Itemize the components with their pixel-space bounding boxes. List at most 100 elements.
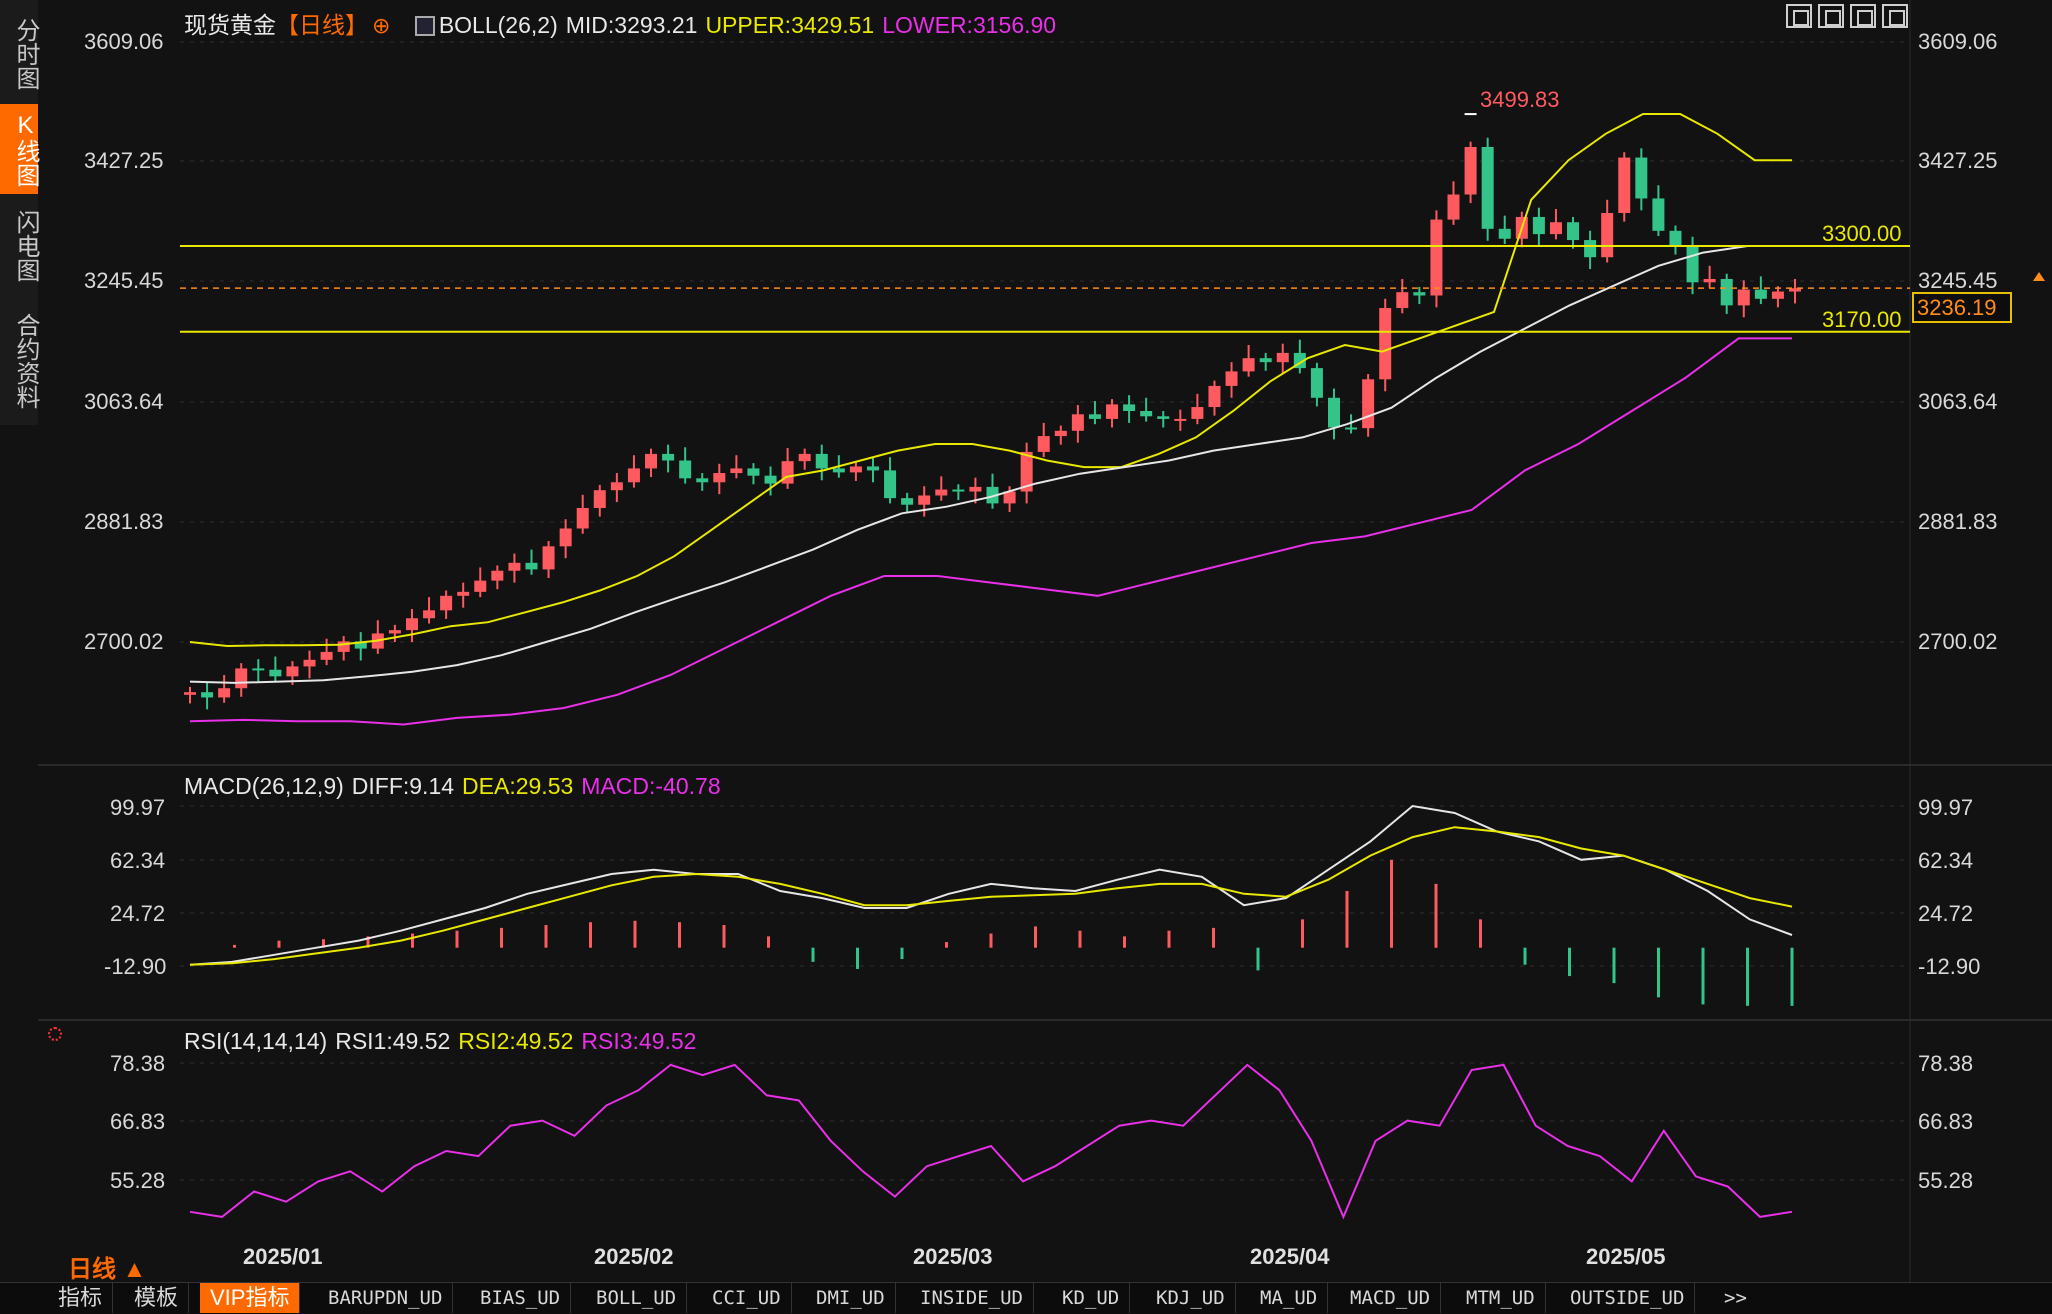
tab-outside-ud[interactable]: OUTSIDE_UD xyxy=(1560,1283,1696,1313)
tab-vip-indicators[interactable]: VIP指标 xyxy=(200,1283,301,1313)
boll-upper: UPPER:3429.51 xyxy=(705,12,875,38)
candle-body xyxy=(1088,414,1101,419)
tab-inside-ud[interactable]: INSIDE_UD xyxy=(910,1283,1034,1313)
fullscreen-icon[interactable] xyxy=(1882,4,1908,28)
x-date-label: 2025/02 xyxy=(594,1244,674,1269)
y-tick-right: 3609.06 xyxy=(1918,29,1998,54)
candle-body xyxy=(1259,358,1272,363)
candle-body xyxy=(1549,222,1562,235)
candle-body xyxy=(866,466,879,471)
candle-body xyxy=(730,468,743,474)
candle-body xyxy=(593,490,606,509)
macd-y-tick: -12.90 xyxy=(104,954,167,979)
tab-templates[interactable]: 模板 xyxy=(124,1283,190,1313)
add-indicator-icon[interactable]: ⊕ xyxy=(372,13,390,38)
rsi-y-tick-right: 55.28 xyxy=(1918,1168,1974,1193)
main-legend: 现货黄金【日线】 ⊕ BOLL(26,2) MID:3293.21 UPPER:342… xyxy=(184,6,1064,40)
candle-body xyxy=(1754,289,1767,299)
macd-value: MACD:-40.78 xyxy=(581,773,721,799)
last-price-box: 3236.19 xyxy=(1912,292,2012,323)
tab-ma-ud[interactable]: MA_UD xyxy=(1250,1283,1329,1313)
candle-body xyxy=(525,562,538,570)
candle-body xyxy=(201,692,214,698)
candle-body xyxy=(269,669,282,677)
candle-body xyxy=(474,580,487,592)
candle-body xyxy=(1771,291,1784,299)
tab-kdj-ud[interactable]: KDJ_UD xyxy=(1146,1283,1236,1313)
candle-body xyxy=(1652,198,1665,231)
candle-body xyxy=(696,478,709,483)
tab-indicators[interactable]: 指标 xyxy=(48,1283,114,1313)
x-date-label: 2025/01 xyxy=(243,1244,323,1269)
candle-body xyxy=(1430,219,1443,296)
y-tick-right: 3427.25 xyxy=(1918,148,1998,173)
tab-cci-ud[interactable]: CCI_UD xyxy=(702,1283,792,1313)
candle-body xyxy=(610,482,623,491)
kline-chart-area[interactable] xyxy=(0,0,2052,1282)
tab-macd-ud[interactable]: MACD_UD xyxy=(1340,1283,1442,1313)
period-selector-button[interactable]: 日线 ▲ xyxy=(68,1249,146,1284)
candle-body xyxy=(1464,146,1477,195)
rsi-y-tick: 66.83 xyxy=(110,1109,166,1134)
split-view-icon[interactable] xyxy=(1850,4,1876,28)
x-date-label: 2025/04 xyxy=(1250,1244,1330,1269)
boll-label: BOLL(26,2) xyxy=(438,12,558,38)
y-tick-left: 3609.06 xyxy=(84,29,164,54)
candle-body xyxy=(764,475,777,484)
tab-bias-ud[interactable]: BIAS_UD xyxy=(470,1283,572,1313)
candle-body xyxy=(747,468,760,476)
candle-body xyxy=(713,473,726,483)
candle-body xyxy=(1635,157,1648,199)
more-tabs-button[interactable]: >> xyxy=(1714,1283,1757,1313)
period-tag: 【日线】 xyxy=(276,12,368,38)
candle-body xyxy=(1191,407,1204,419)
candle-body xyxy=(320,651,333,660)
candle-body xyxy=(1447,194,1460,220)
candle-body xyxy=(235,668,248,689)
y-tick-right: 2881.83 xyxy=(1918,509,1998,534)
tab-mtm-ud[interactable]: MTM_UD xyxy=(1456,1283,1546,1313)
tab-kd-ud[interactable]: KD_UD xyxy=(1052,1283,1131,1313)
x-date-label: 2025/03 xyxy=(913,1244,993,1269)
candle-body xyxy=(1413,292,1426,296)
candle-body xyxy=(1242,358,1255,372)
macd-layer xyxy=(189,804,1794,1006)
candle-body xyxy=(1140,411,1153,417)
candle-body xyxy=(1601,212,1614,258)
period-label: 日线 xyxy=(68,1256,116,1283)
tab-boll-ud[interactable]: BOLL_UD xyxy=(586,1283,688,1313)
boll-upper-line xyxy=(189,113,1792,648)
crosshair-icon[interactable] xyxy=(1786,4,1812,28)
candle-body xyxy=(1054,430,1067,437)
candle-body xyxy=(1498,228,1511,239)
candle-body xyxy=(1174,418,1187,421)
macd-diff: DIFF:9.14 xyxy=(351,773,455,799)
indicator-chart-icon[interactable] xyxy=(414,16,435,36)
rsi-y-tick: 78.38 xyxy=(110,1051,166,1076)
tab-dmi-ud[interactable]: DMI_UD xyxy=(806,1283,896,1313)
y-tick-left: 3063.64 xyxy=(84,389,164,414)
candle-body xyxy=(645,453,658,469)
rsi1-value: RSI1:49.52 xyxy=(335,1028,451,1054)
candle-body xyxy=(1071,414,1084,431)
candle-body xyxy=(1123,404,1136,412)
candle-body xyxy=(559,528,572,547)
high-price-label: 3499.83 xyxy=(1480,87,1560,112)
y-tick-left: 2700.02 xyxy=(84,629,164,654)
rsi2-value: RSI2:49.52 xyxy=(458,1028,574,1054)
candle-body xyxy=(1362,379,1375,429)
macd-y-tick: 62.34 xyxy=(110,848,166,873)
layout-icon[interactable] xyxy=(1818,4,1844,28)
candle-body xyxy=(1720,278,1733,306)
macd-y-tick-right: 62.34 xyxy=(1918,848,1974,873)
boll-lower-line xyxy=(189,337,1792,726)
candle-body xyxy=(1310,368,1323,398)
symbol-name: 现货黄金 xyxy=(184,12,276,38)
candle-body xyxy=(1327,397,1340,428)
y-tick-right: 2700.02 xyxy=(1918,629,1998,654)
rsi-legend: RSI(14,14,14) RSI1:49.52 RSI2:49.52 RSI3:49… xyxy=(184,1028,704,1055)
tab-barupdn-ud[interactable]: BARUPDN_UD xyxy=(318,1283,454,1313)
settings-dot-icon[interactable] xyxy=(48,1027,62,1041)
candle-body xyxy=(952,489,965,492)
candle-body xyxy=(542,546,555,570)
